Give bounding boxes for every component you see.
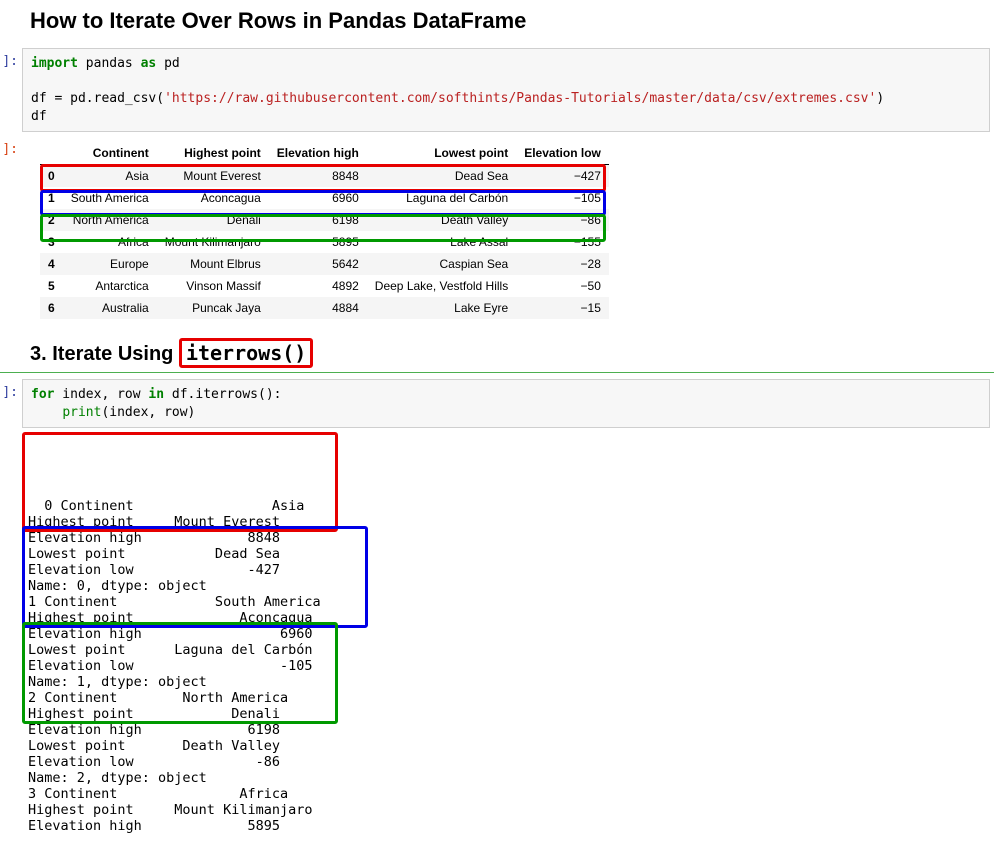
table-cell: −50 <box>516 275 609 297</box>
table-cell: −15 <box>516 297 609 319</box>
input-prompt: ]: <box>0 48 18 132</box>
output-highlight-0 <box>22 432 338 532</box>
code-content-1[interactable]: import pandas as pd df = pd.read_csv('ht… <box>22 48 990 132</box>
col-header: Elevation low <box>516 142 609 165</box>
highlight-row-1 <box>40 190 606 216</box>
code-content-2[interactable]: for index, row in df.iterrows(): print(i… <box>22 379 990 428</box>
table-cell: Vinson Massif <box>157 275 269 297</box>
table-cell: Caspian Sea <box>367 253 516 275</box>
heading-code: iterrows() <box>179 338 313 368</box>
txt-vars: index, row <box>54 387 148 402</box>
table-cell: Australia <box>63 297 157 319</box>
text-output: 0 Continent Asia Highest point Mount Eve… <box>22 432 994 836</box>
txt-printargs: (index, row) <box>101 405 195 420</box>
txt-pandas: pandas <box>78 56 141 71</box>
txt-iterrows: iterrows(): <box>195 387 281 402</box>
section-divider <box>0 372 994 373</box>
table-cell: 5642 <box>269 253 367 275</box>
heading-prefix: 3. Iterate Using <box>30 343 179 365</box>
kw-in: in <box>148 387 164 402</box>
highlight-row-2 <box>40 214 606 242</box>
kw-import: import <box>31 56 78 71</box>
txt-dfexpr: df <box>164 387 187 402</box>
col-header: Elevation high <box>269 142 367 165</box>
table-cell: −28 <box>516 253 609 275</box>
table-row: 6AustraliaPuncak Jaya4884Lake Eyre−15 <box>40 297 609 319</box>
table-cell: Europe <box>63 253 157 275</box>
output-highlight-1 <box>22 526 368 628</box>
output-prompt: ]: <box>0 136 18 319</box>
table-row: 5AntarcticaVinson Massif4892Deep Lake, V… <box>40 275 609 297</box>
table-cell: Deep Lake, Vestfold Hills <box>367 275 516 297</box>
col-header: Lowest point <box>367 142 516 165</box>
section-heading: 3. Iterate Using iterrows() <box>30 341 994 366</box>
kw-for: for <box>31 387 54 402</box>
code-cell-2: ]: for index, row in df.iterrows(): prin… <box>0 379 994 428</box>
table-cell: Mount Elbrus <box>157 253 269 275</box>
txt-df: df <box>31 91 54 106</box>
txt-indent <box>31 405 62 420</box>
table-cell: Lake Eyre <box>367 297 516 319</box>
table-cell: 5 <box>40 275 63 297</box>
txt-df2: df <box>31 109 47 124</box>
output-area-1: ]: ContinentHighest pointElevation highL… <box>0 136 994 319</box>
highlight-row-0 <box>40 164 606 192</box>
col-header: Highest point <box>157 142 269 165</box>
page-title: How to Iterate Over Rows in Pandas DataF… <box>30 8 994 34</box>
txt-close: ) <box>876 91 884 106</box>
txt-pd: pd <box>156 56 179 71</box>
table-cell: 4892 <box>269 275 367 297</box>
txt-pd2: pd <box>62 91 85 106</box>
table-cell: Antarctica <box>63 275 157 297</box>
code-cell-1: ]: import pandas as pd df = pd.read_csv(… <box>0 48 994 132</box>
col-header: Continent <box>63 142 157 165</box>
table-row: 4EuropeMount Elbrus5642Caspian Sea−28 <box>40 253 609 275</box>
table-cell: 6 <box>40 297 63 319</box>
dataframe-output: ContinentHighest pointElevation highLowe… <box>40 142 994 319</box>
txt-readcsv: read_csv( <box>94 91 164 106</box>
fn-print: print <box>62 405 101 420</box>
input-prompt-2: ]: <box>0 379 18 428</box>
table-cell: 4884 <box>269 297 367 319</box>
table-cell: 4 <box>40 253 63 275</box>
output-highlight-2 <box>22 622 338 724</box>
txt-dot: . <box>86 91 94 106</box>
txt-url: 'https://raw.githubusercontent.com/softh… <box>164 91 876 106</box>
kw-as: as <box>141 56 157 71</box>
col-header <box>40 142 63 165</box>
table-cell: Puncak Jaya <box>157 297 269 319</box>
